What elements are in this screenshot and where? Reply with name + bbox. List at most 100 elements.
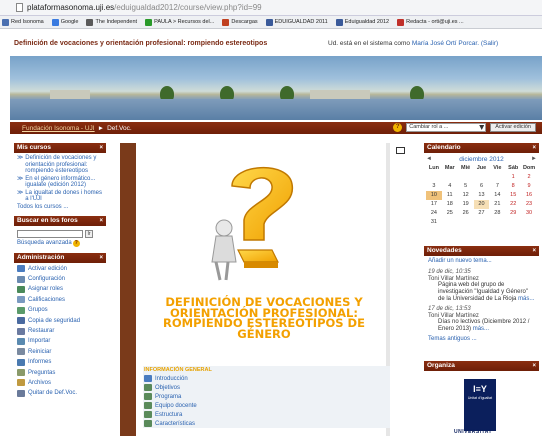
calendar-day[interactable]: 1: [505, 173, 521, 182]
calendar-day[interactable]: 22: [505, 200, 521, 209]
calendar-day[interactable]: 9: [521, 182, 537, 191]
calendar-header: Calendario ×: [424, 143, 539, 153]
admin-item[interactable]: Importar: [17, 336, 103, 346]
calendar-day[interactable]: 27: [474, 209, 490, 218]
weekday-header: Mié: [461, 165, 471, 171]
admin-item[interactable]: Preguntas: [17, 367, 103, 377]
bookmark-item[interactable]: PAULA > Recursos del...: [145, 18, 214, 26]
calendar-day[interactable]: 17: [426, 200, 442, 209]
calendar-day[interactable]: 8: [505, 182, 521, 191]
add-topic-link[interactable]: Añadir un nuevo tema...: [428, 258, 535, 265]
admin-item[interactable]: Asignar roles: [17, 284, 103, 294]
my-course-item[interactable]: ≫ En el género informático... igualate (e…: [17, 176, 103, 189]
address-bar[interactable]: plataformasonoma.uji.es/eduigualdad2012/…: [0, 0, 542, 16]
admin-item[interactable]: Reiniciar: [17, 347, 103, 357]
calendar-day[interactable]: 21: [489, 200, 505, 209]
my-course-label: En el género informático... igualate (ed…: [25, 175, 96, 189]
calendar-day[interactable]: 3: [426, 182, 442, 191]
uji-logo-text: UNIVERSITAT: [454, 428, 493, 435]
bookmark-label: Descargas: [231, 19, 258, 25]
calendar-empty-cell: [442, 173, 458, 182]
forum-search-input[interactable]: [17, 229, 83, 238]
activate-editing-button[interactable]: Activar edición: [490, 123, 536, 132]
news-more-link[interactable]: más...: [518, 296, 534, 302]
collapse-icon[interactable]: ×: [532, 143, 536, 153]
admin-item[interactable]: Quitar de Def.Voc.: [17, 388, 103, 398]
uji-logo[interactable]: I≡Y Unitat d'Igualtat: [464, 378, 496, 431]
bookmark-icon: [222, 18, 230, 26]
bookmark-item[interactable]: Red Isonoma: [2, 18, 44, 26]
switch-role-select[interactable]: Cambiar rol a ...: [406, 123, 487, 132]
admin-item[interactable]: Copia de seguridad: [17, 315, 103, 325]
calendar-day[interactable]: 24: [426, 209, 442, 218]
search-go-button[interactable]: Ir: [85, 229, 93, 238]
calendar-day[interactable]: 15: [505, 191, 521, 200]
calendar-day[interactable]: 31: [426, 218, 442, 227]
resource-link[interactable]: Programa: [143, 392, 390, 401]
admin-item[interactable]: Activar edición: [17, 264, 103, 274]
calendar-day[interactable]: 7: [489, 182, 505, 191]
calendar-day[interactable]: 25: [442, 209, 458, 218]
all-courses-link[interactable]: Todos los cursos ...: [17, 204, 103, 210]
calendar-day[interactable]: 2: [521, 173, 537, 182]
bookmark-item[interactable]: Google: [51, 18, 78, 26]
calendar-day[interactable]: 18: [442, 200, 458, 209]
admin-item[interactable]: Archivos: [17, 378, 103, 388]
login-user-link[interactable]: María José Ortí Porcar. (Salir): [412, 40, 498, 47]
collapse-icon[interactable]: ×: [99, 143, 103, 153]
prev-month-icon[interactable]: ◄: [426, 156, 432, 162]
help-icon[interactable]: ?: [72, 239, 80, 247]
admin-item[interactable]: Calificaciones: [17, 295, 103, 305]
news-more-link[interactable]: más...: [473, 326, 489, 332]
calendar-month-link[interactable]: diciembre 2012: [459, 156, 503, 163]
collapse-icon[interactable]: ×: [532, 246, 536, 256]
bookmark-item[interactable]: The Independent: [86, 18, 137, 26]
news-author: Toni Villar Martínez: [428, 275, 479, 282]
my-course-item[interactable]: ≫ La igualtat de dones i homes a l'UJI: [17, 190, 103, 203]
calendar-day[interactable]: 30: [521, 209, 537, 218]
bookmark-item[interactable]: Descargas: [222, 18, 258, 26]
admin-item[interactable]: Restaurar: [17, 326, 103, 336]
resource-link[interactable]: Estructura: [143, 410, 390, 419]
calendar-day[interactable]: 4: [442, 182, 458, 191]
calendar-day[interactable]: 5: [458, 182, 474, 191]
resource-link[interactable]: Características: [143, 419, 390, 428]
help-icon[interactable]: ?: [393, 123, 403, 132]
collapse-icon[interactable]: ×: [99, 253, 103, 263]
admin-item[interactable]: Informes: [17, 357, 103, 367]
resource-link[interactable]: Equipo docente: [143, 401, 390, 410]
my-course-item[interactable]: ≫ Definición de vocaciones y orientación …: [17, 155, 103, 175]
calendar-day[interactable]: 11: [442, 191, 458, 200]
calendar-day[interactable]: 6: [474, 182, 490, 191]
bookmark-item[interactable]: EDUIGUALDAD 2011: [265, 18, 328, 26]
banner-water: [10, 99, 542, 120]
administration-list: Activar edición Configuración Asignar role…: [14, 262, 106, 401]
calendar-day[interactable]: 19: [458, 200, 474, 209]
resource-link[interactable]: Objetivos: [143, 383, 390, 392]
calendar-day[interactable]: 29: [505, 209, 521, 218]
calendar-day[interactable]: 28: [489, 209, 505, 218]
older-topics-link[interactable]: Temas antiguos ...: [428, 336, 535, 343]
calendar-day[interactable]: 12: [458, 191, 474, 200]
calendar-day[interactable]: 20: [473, 200, 490, 209]
advanced-search-link[interactable]: Búsqueda avanzada: [17, 240, 72, 246]
admin-item[interactable]: Configuración: [17, 274, 103, 284]
breadcrumb-home-link[interactable]: Fundación Isonoma - UJI: [22, 125, 95, 132]
calendar-day[interactable]: 26: [458, 209, 474, 218]
calendar-day[interactable]: 16: [521, 191, 537, 200]
block-title: Mis cursos: [17, 144, 51, 151]
bookmark-item[interactable]: Eduigualdad 2012: [335, 18, 389, 26]
weekday-header: Sáb: [508, 165, 519, 171]
calendar-day[interactable]: 14: [489, 191, 505, 200]
collapse-icon[interactable]: ×: [532, 361, 536, 371]
next-month-icon[interactable]: ►: [531, 156, 537, 162]
admin-item[interactable]: Grupos: [17, 305, 103, 315]
calendar-day[interactable]: 23: [521, 200, 537, 209]
calendar-day[interactable]: 13: [474, 191, 490, 200]
collapse-icon[interactable]: ×: [99, 216, 103, 226]
course-bullet-icon: ≫: [17, 155, 24, 161]
calendar-day[interactable]: 10: [426, 191, 442, 200]
bookmark-item[interactable]: Redacta - orti@uji.es ...: [397, 18, 464, 26]
toggle-section-icon[interactable]: [396, 147, 405, 154]
resource-link[interactable]: Introducción: [143, 374, 390, 383]
